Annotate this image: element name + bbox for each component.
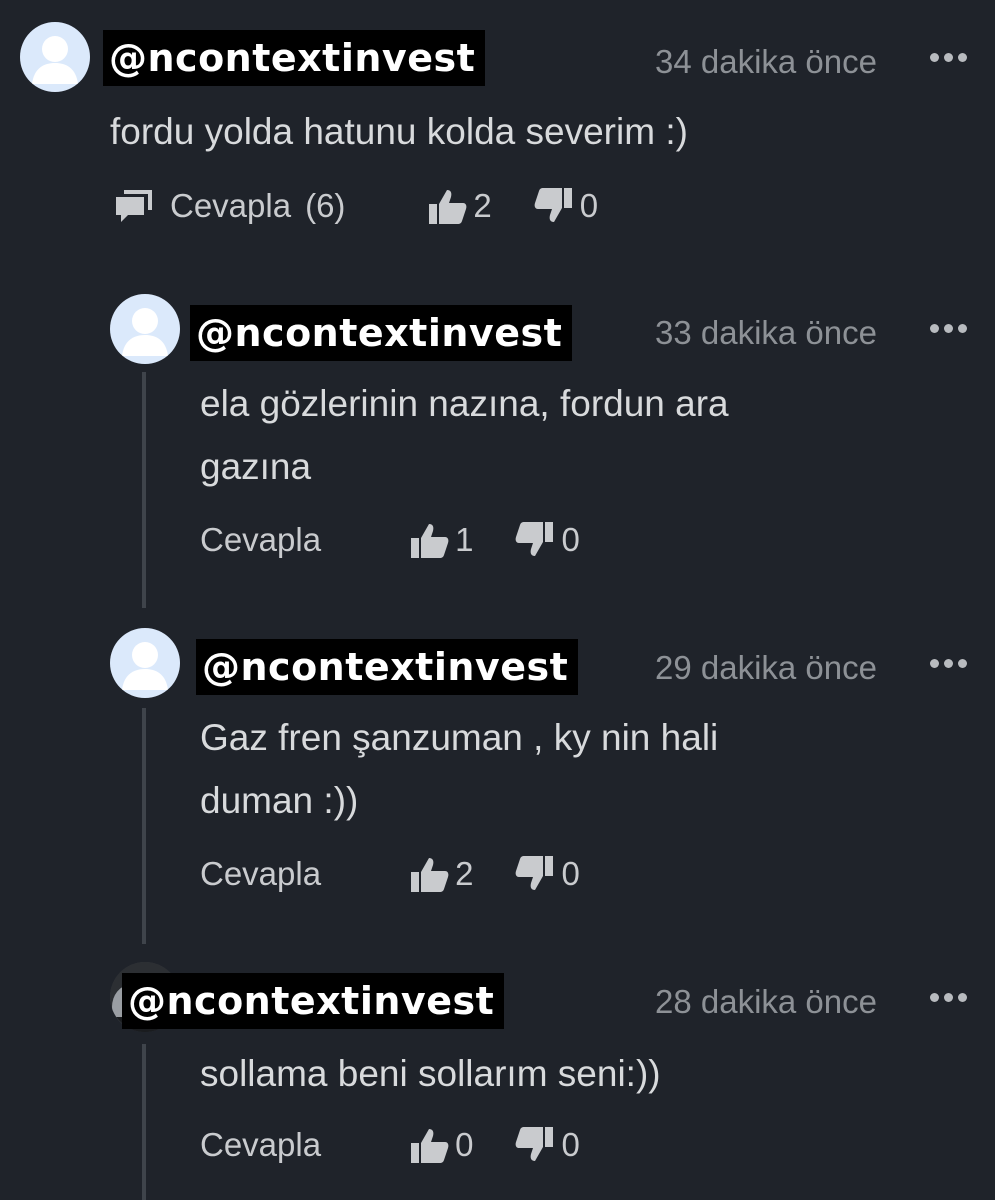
like-count: 0 bbox=[455, 1126, 474, 1163]
comment: @ncontextinvest 34 dakika önce fordu yol… bbox=[0, 0, 995, 260]
dislike-count: 0 bbox=[561, 1126, 580, 1163]
reply-comment: @ncontextinvest 29 dakika önce Gaz fren … bbox=[0, 628, 995, 948]
default-user-avatar-icon bbox=[32, 36, 78, 84]
thumbs-down-icon[interactable] bbox=[515, 854, 555, 894]
reply-bubble-icon[interactable] bbox=[114, 188, 154, 224]
reply-button[interactable]: Cevapla bbox=[170, 187, 291, 225]
thumbs-up-icon[interactable] bbox=[409, 854, 449, 894]
default-user-avatar-icon bbox=[122, 642, 168, 690]
comment-text: sollama beni sollarım seni:)) bbox=[200, 1053, 661, 1094]
comment-actions: Cevapla 1 0 bbox=[200, 515, 580, 565]
more-options-icon[interactable] bbox=[930, 656, 970, 670]
timestamp: 29 dakika önce bbox=[655, 649, 877, 686]
comments-page: @ncontextinvest 34 dakika önce fordu yol… bbox=[0, 0, 995, 1200]
reply-button[interactable]: Cevapla bbox=[200, 521, 321, 559]
reply-count[interactable]: (6) bbox=[305, 187, 345, 225]
comment-text: Gaz fren şanzuman , ky nin hali duman :)… bbox=[200, 706, 718, 832]
thumbs-down-icon[interactable] bbox=[515, 520, 555, 560]
dislike-count: 0 bbox=[579, 187, 599, 224]
comment-text: ela gözlerinin nazına, fordun ara gazına bbox=[200, 372, 729, 498]
more-options-icon[interactable] bbox=[930, 321, 970, 335]
like-count: 1 bbox=[455, 521, 474, 558]
reply-button[interactable]: Cevapla bbox=[200, 855, 321, 893]
more-options-icon[interactable] bbox=[930, 990, 970, 1004]
username[interactable]: @ncontextinvest bbox=[190, 305, 573, 361]
avatar[interactable] bbox=[110, 628, 180, 698]
comment-text: fordu yolda hatunu kolda severim :) bbox=[110, 111, 688, 152]
thumbs-up-icon[interactable] bbox=[409, 1125, 449, 1165]
comment-text-line: Gaz fren şanzuman , ky nin hali bbox=[200, 717, 719, 758]
comment-actions: Cevapla (6) 2 0 bbox=[114, 181, 598, 231]
more-options-icon[interactable] bbox=[930, 50, 970, 64]
reply-comment: @ncontextinvest 28 dakika önce sollama b… bbox=[0, 962, 995, 1200]
username[interactable]: @ncontextinvest bbox=[122, 973, 505, 1029]
timestamp: 28 dakika önce bbox=[655, 983, 877, 1020]
avatar[interactable] bbox=[20, 22, 90, 92]
like-count: 2 bbox=[455, 855, 474, 892]
default-user-avatar-icon bbox=[122, 308, 168, 356]
thumbs-up-icon[interactable] bbox=[409, 520, 449, 560]
comment-text-line: duman :)) bbox=[200, 780, 359, 821]
reply-comment: @ncontextinvest 33 dakika önce ela gözle… bbox=[0, 294, 995, 614]
thumbs-down-icon[interactable] bbox=[534, 186, 574, 226]
username[interactable]: @ncontextinvest bbox=[196, 639, 579, 695]
avatar[interactable] bbox=[110, 294, 180, 364]
timestamp: 33 dakika önce bbox=[655, 314, 877, 351]
thumbs-down-icon[interactable] bbox=[515, 1125, 555, 1165]
dislike-count: 0 bbox=[561, 855, 580, 892]
timestamp: 34 dakika önce bbox=[655, 43, 877, 80]
comment-actions: Cevapla 0 0 bbox=[200, 1120, 580, 1170]
username[interactable]: @ncontextinvest bbox=[103, 30, 486, 86]
thumbs-up-icon[interactable] bbox=[427, 186, 467, 226]
dislike-count: 0 bbox=[561, 521, 580, 558]
comment-text-line: gazına bbox=[200, 446, 312, 487]
reply-button[interactable]: Cevapla bbox=[200, 1126, 321, 1164]
like-count: 2 bbox=[473, 187, 492, 224]
comment-actions: Cevapla 2 0 bbox=[200, 849, 580, 899]
comment-text-line: ela gözlerinin nazına, fordun ara bbox=[200, 383, 729, 424]
